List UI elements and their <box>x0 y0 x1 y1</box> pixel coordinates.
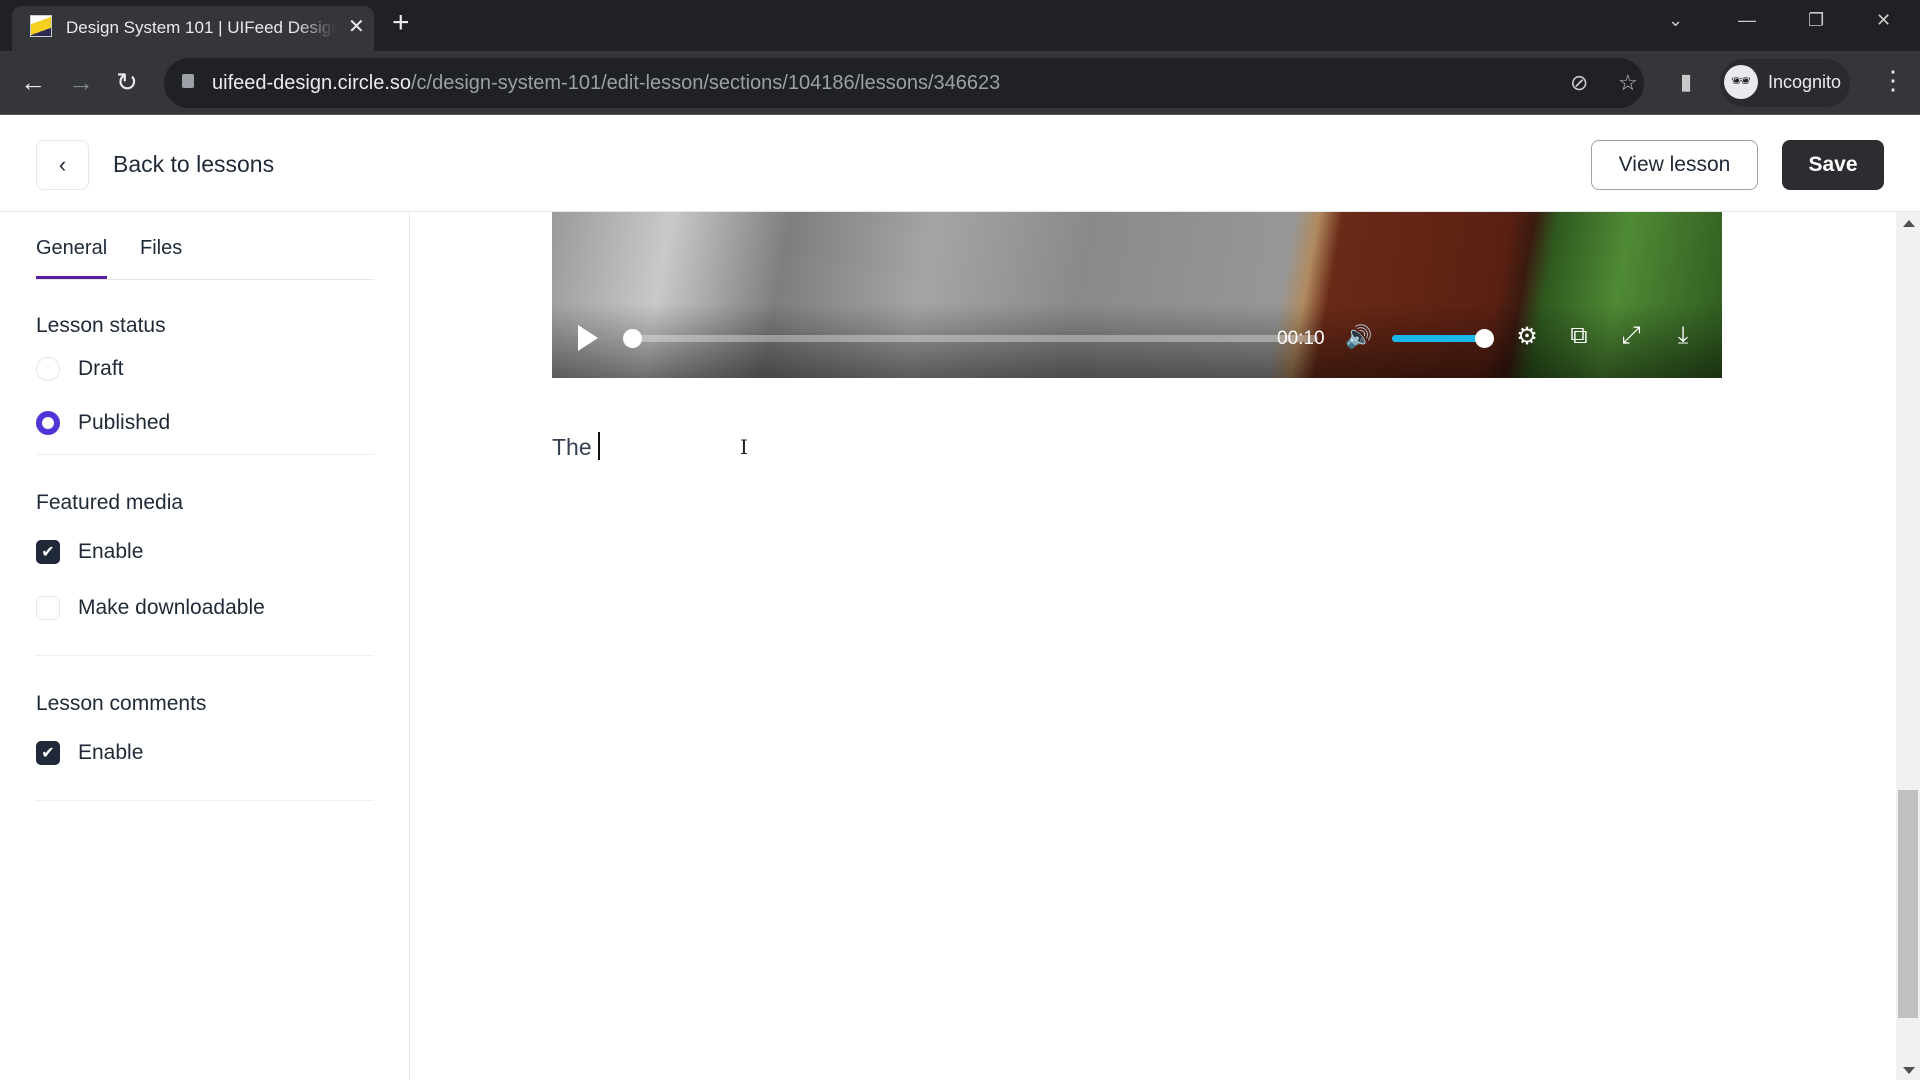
fullscreen-icon[interactable]: ⤢ <box>1616 322 1646 350</box>
save-button[interactable]: Save <box>1782 140 1884 190</box>
profile-label: Incognito <box>1768 72 1842 92</box>
published-label: Published <box>78 411 171 434</box>
status-option-draft[interactable]: Draft <box>36 356 124 382</box>
featured-media-enable-checkbox[interactable]: ✔ <box>36 540 60 564</box>
volume-thumb[interactable] <box>1475 329 1494 348</box>
text-cursor-icon: I <box>740 435 748 459</box>
lesson-editor-header: ‹ Back to lessons View lesson Save <box>0 116 1920 212</box>
chevron-left-icon: ‹ <box>58 152 67 177</box>
draft-radio[interactable] <box>36 357 60 381</box>
volume-fill <box>1392 335 1484 342</box>
eye-off-icon[interactable]: ⊘ <box>1570 70 1588 96</box>
make-downloadable-label: Make downloadable <box>78 596 265 619</box>
side-panel-icon[interactable]: ▮ <box>1680 69 1692 95</box>
text-caret <box>597 432 600 460</box>
star-icon[interactable]: ☆ <box>1618 70 1638 96</box>
address-bar[interactable]: uifeed-design.circle.so/c/design-system-… <box>164 58 1644 108</box>
divider <box>36 800 374 801</box>
window-close-button[interactable]: ✕ <box>1876 10 1891 31</box>
scroll-up-icon[interactable] <box>1903 220 1915 227</box>
tab-general[interactable]: General <box>36 237 108 279</box>
featured-media-title: Featured media <box>36 491 184 514</box>
close-tab-icon[interactable]: ✕ <box>348 14 365 39</box>
progress-thumb[interactable] <box>623 329 642 348</box>
lesson-comments-title: Lesson comments <box>36 692 207 715</box>
featured-media-enable-option[interactable]: ✔ Enable <box>36 539 143 565</box>
scrollbar-thumb[interactable] <box>1898 790 1918 1018</box>
playback-time: 00:10 <box>1277 328 1325 349</box>
lesson-status-title: Lesson status <box>36 314 166 337</box>
tab-search-icon[interactable]: ⌄ <box>1668 10 1683 31</box>
divider <box>36 655 374 656</box>
browser-tabstrip: Design System 101 | UIFeed Design ✕ + ⌄ … <box>0 0 1920 51</box>
tab-title: Design System 101 | UIFeed Design <box>66 18 336 37</box>
new-tab-button[interactable]: + <box>392 8 410 38</box>
download-icon[interactable]: ⤓ <box>1668 322 1698 350</box>
reload-icon[interactable]: ↻ <box>116 67 138 97</box>
lock-icon[interactable] <box>182 74 194 88</box>
open-external-icon[interactable]: ⧉ <box>1564 322 1594 350</box>
divider <box>36 454 374 455</box>
scroll-down-icon[interactable] <box>1903 1067 1915 1074</box>
sidebar-tabs: General Files <box>36 212 374 280</box>
url-path: /c/design-system-101/edit-lesson/section… <box>411 72 1001 94</box>
play-icon[interactable] <box>578 325 598 351</box>
make-downloadable-option[interactable]: Make downloadable <box>36 595 265 621</box>
back-to-lessons-link[interactable]: Back to lessons <box>113 151 274 178</box>
status-option-published[interactable]: Published <box>36 410 170 436</box>
featured-media-enable-label: Enable <box>78 540 144 563</box>
restore-button[interactable]: ❐ <box>1808 10 1824 31</box>
incognito-profile-button[interactable]: 🕶 Incognito <box>1720 59 1850 107</box>
url-text[interactable]: uifeed-design.circle.so/c/design-system-… <box>212 72 1000 95</box>
published-radio[interactable] <box>36 411 60 435</box>
browser-tab[interactable]: Design System 101 | UIFeed Design ✕ <box>12 6 374 51</box>
volume-icon[interactable]: 🔊 <box>1345 324 1372 350</box>
page-scrollbar[interactable] <box>1896 212 1920 1080</box>
minimize-button[interactable]: — <box>1738 10 1756 31</box>
progress-slider[interactable] <box>623 329 1318 348</box>
back-button[interactable]: ‹ <box>36 140 89 190</box>
lesson-settings-sidebar: General Files Lesson status Draft Publis… <box>0 212 410 1080</box>
video-player[interactable]: 00:10 🔊 ⚙ ⧉ ⤢ ⤓ <box>552 212 1722 378</box>
url-host: uifeed-design.circle.so <box>212 72 411 94</box>
make-downloadable-checkbox[interactable] <box>36 596 60 620</box>
volume-slider[interactable] <box>1392 329 1494 348</box>
draft-label: Draft <box>78 357 124 380</box>
lesson-comments-enable-label: Enable <box>78 741 144 764</box>
tab-files[interactable]: Files <box>140 237 182 260</box>
lesson-body-editor[interactable]: The <box>552 432 600 461</box>
lesson-comments-enable-checkbox[interactable]: ✔ <box>36 741 60 765</box>
lesson-comments-enable-option[interactable]: ✔ Enable <box>36 740 143 766</box>
editor-text: The <box>552 434 592 460</box>
view-lesson-button[interactable]: View lesson <box>1591 140 1758 190</box>
forward-icon[interactable]: → <box>68 67 94 97</box>
site-favicon-icon <box>30 15 52 37</box>
browser-toolbar: ← → ↻ uifeed-design.circle.so/c/design-s… <box>0 51 1920 115</box>
back-icon[interactable]: ← <box>20 67 46 97</box>
incognito-icon: 🕶 <box>1724 65 1758 99</box>
settings-icon[interactable]: ⚙ <box>1512 322 1542 351</box>
browser-menu-icon[interactable]: ⋮ <box>1880 65 1906 95</box>
